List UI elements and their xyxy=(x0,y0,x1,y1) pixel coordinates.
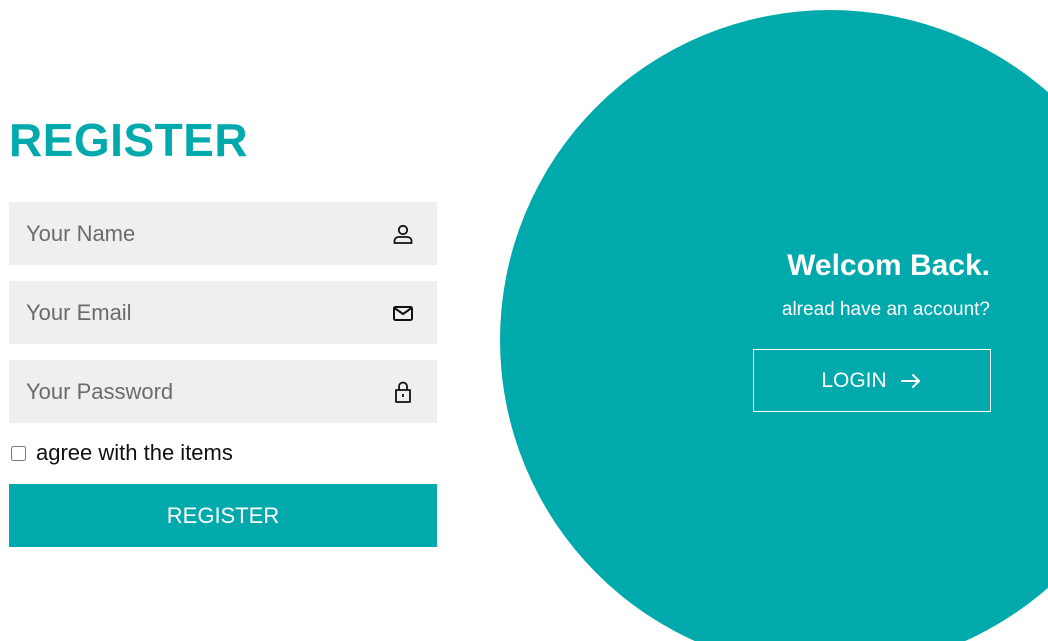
lock-icon xyxy=(395,381,411,403)
agree-row: agree with the items xyxy=(9,440,233,466)
arrow-right-icon xyxy=(900,373,920,388)
login-button[interactable]: LOGIN xyxy=(753,349,991,412)
login-button-label: LOGIN xyxy=(821,368,887,392)
name-input[interactable] xyxy=(9,202,369,265)
register-page: REGISTER agree with the items REGISTER W… xyxy=(0,0,1048,641)
agree-checkbox[interactable] xyxy=(11,445,26,461)
password-input[interactable] xyxy=(9,360,369,423)
register-button[interactable]: REGISTER xyxy=(9,484,437,547)
welcome-circle-background xyxy=(500,10,1048,641)
already-account-text: alread have an account? xyxy=(781,299,990,320)
envelope-icon xyxy=(393,306,413,321)
email-field-container xyxy=(9,281,437,344)
agree-label[interactable]: agree with the items xyxy=(36,440,233,466)
password-field-container xyxy=(9,360,437,423)
register-title: REGISTER xyxy=(9,114,249,166)
welcome-panel: Welcom Back. alread have an account? xyxy=(782,246,990,322)
name-field-container xyxy=(9,202,437,265)
user-icon xyxy=(393,224,413,244)
email-input[interactable] xyxy=(9,281,369,344)
welcome-heading: Welcom Back. xyxy=(787,249,990,282)
